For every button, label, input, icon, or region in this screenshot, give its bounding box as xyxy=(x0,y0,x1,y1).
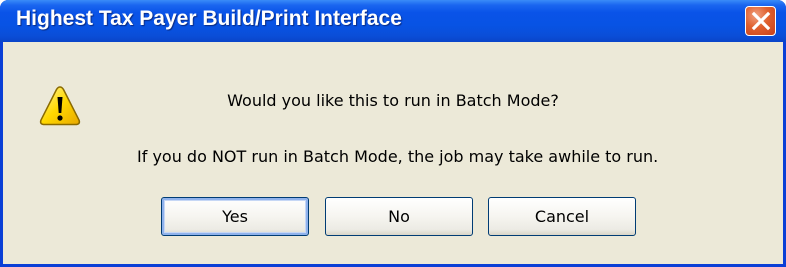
title-bar[interactable]: Highest Tax Payer Build/Print Interface xyxy=(0,0,786,42)
message-line-1: Would you like this to run in Batch Mode… xyxy=(227,91,559,110)
dialog-body: Would you like this to run in Batch Mode… xyxy=(3,42,783,264)
close-icon xyxy=(751,11,771,31)
no-button[interactable]: No xyxy=(325,197,473,236)
dialog-window: Highest Tax Payer Build/Print Interface … xyxy=(0,0,786,267)
close-button[interactable] xyxy=(745,6,776,36)
cancel-button[interactable]: Cancel xyxy=(488,197,636,236)
message-line-2: If you do NOT run in Batch Mode, the job… xyxy=(137,147,659,166)
window-title: Highest Tax Payer Build/Print Interface xyxy=(16,7,402,30)
yes-button[interactable]: Yes xyxy=(161,197,309,236)
